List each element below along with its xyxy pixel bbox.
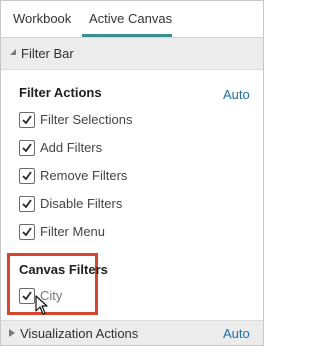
checkmark-icon — [22, 199, 32, 209]
filter-menu-checkbox[interactable] — [19, 224, 35, 240]
tab-workbook[interactable]: Workbook — [13, 11, 71, 26]
filter-bar-section-header[interactable]: Filter Bar — [1, 38, 263, 70]
checkmark-icon — [22, 115, 32, 125]
filter-actions-auto-link[interactable]: Auto — [223, 87, 250, 102]
visualization-actions-title: Visualization Actions — [20, 326, 139, 341]
filter-actions-heading: Filter Actions — [19, 85, 102, 100]
properties-panel: Workbook Active Canvas Filter Bar Filter… — [0, 0, 264, 346]
mouse-pointer-icon — [35, 295, 48, 315]
add-filters-checkbox[interactable] — [19, 140, 35, 156]
tab-bar: Workbook Active Canvas — [1, 1, 263, 38]
filter-selections-checkbox[interactable] — [19, 112, 35, 128]
tab-active-canvas[interactable]: Active Canvas — [89, 11, 172, 26]
checkmark-icon — [22, 227, 32, 237]
checkmark-icon — [22, 171, 32, 181]
caret-down-icon — [10, 49, 16, 55]
disable-filters-label: Disable Filters — [40, 196, 123, 211]
filter-menu-label: Filter Menu — [40, 224, 106, 239]
filter-bar-title: Filter Bar — [21, 46, 74, 61]
visualization-actions-auto-link[interactable]: Auto — [223, 326, 250, 341]
remove-filters-label: Remove Filters — [40, 168, 128, 183]
city-checkbox[interactable] — [19, 288, 35, 304]
checkmark-icon — [22, 291, 32, 301]
canvas-filters-heading: Canvas Filters — [19, 262, 108, 277]
filter-selections-label: Filter Selections — [40, 112, 133, 127]
caret-right-icon — [9, 329, 15, 337]
active-tab-indicator — [82, 34, 172, 37]
add-filters-label: Add Filters — [40, 140, 103, 155]
checkmark-icon — [22, 143, 32, 153]
disable-filters-checkbox[interactable] — [19, 196, 35, 212]
remove-filters-checkbox[interactable] — [19, 168, 35, 184]
visualization-actions-section-header[interactable]: Visualization Actions Auto — [1, 320, 263, 345]
